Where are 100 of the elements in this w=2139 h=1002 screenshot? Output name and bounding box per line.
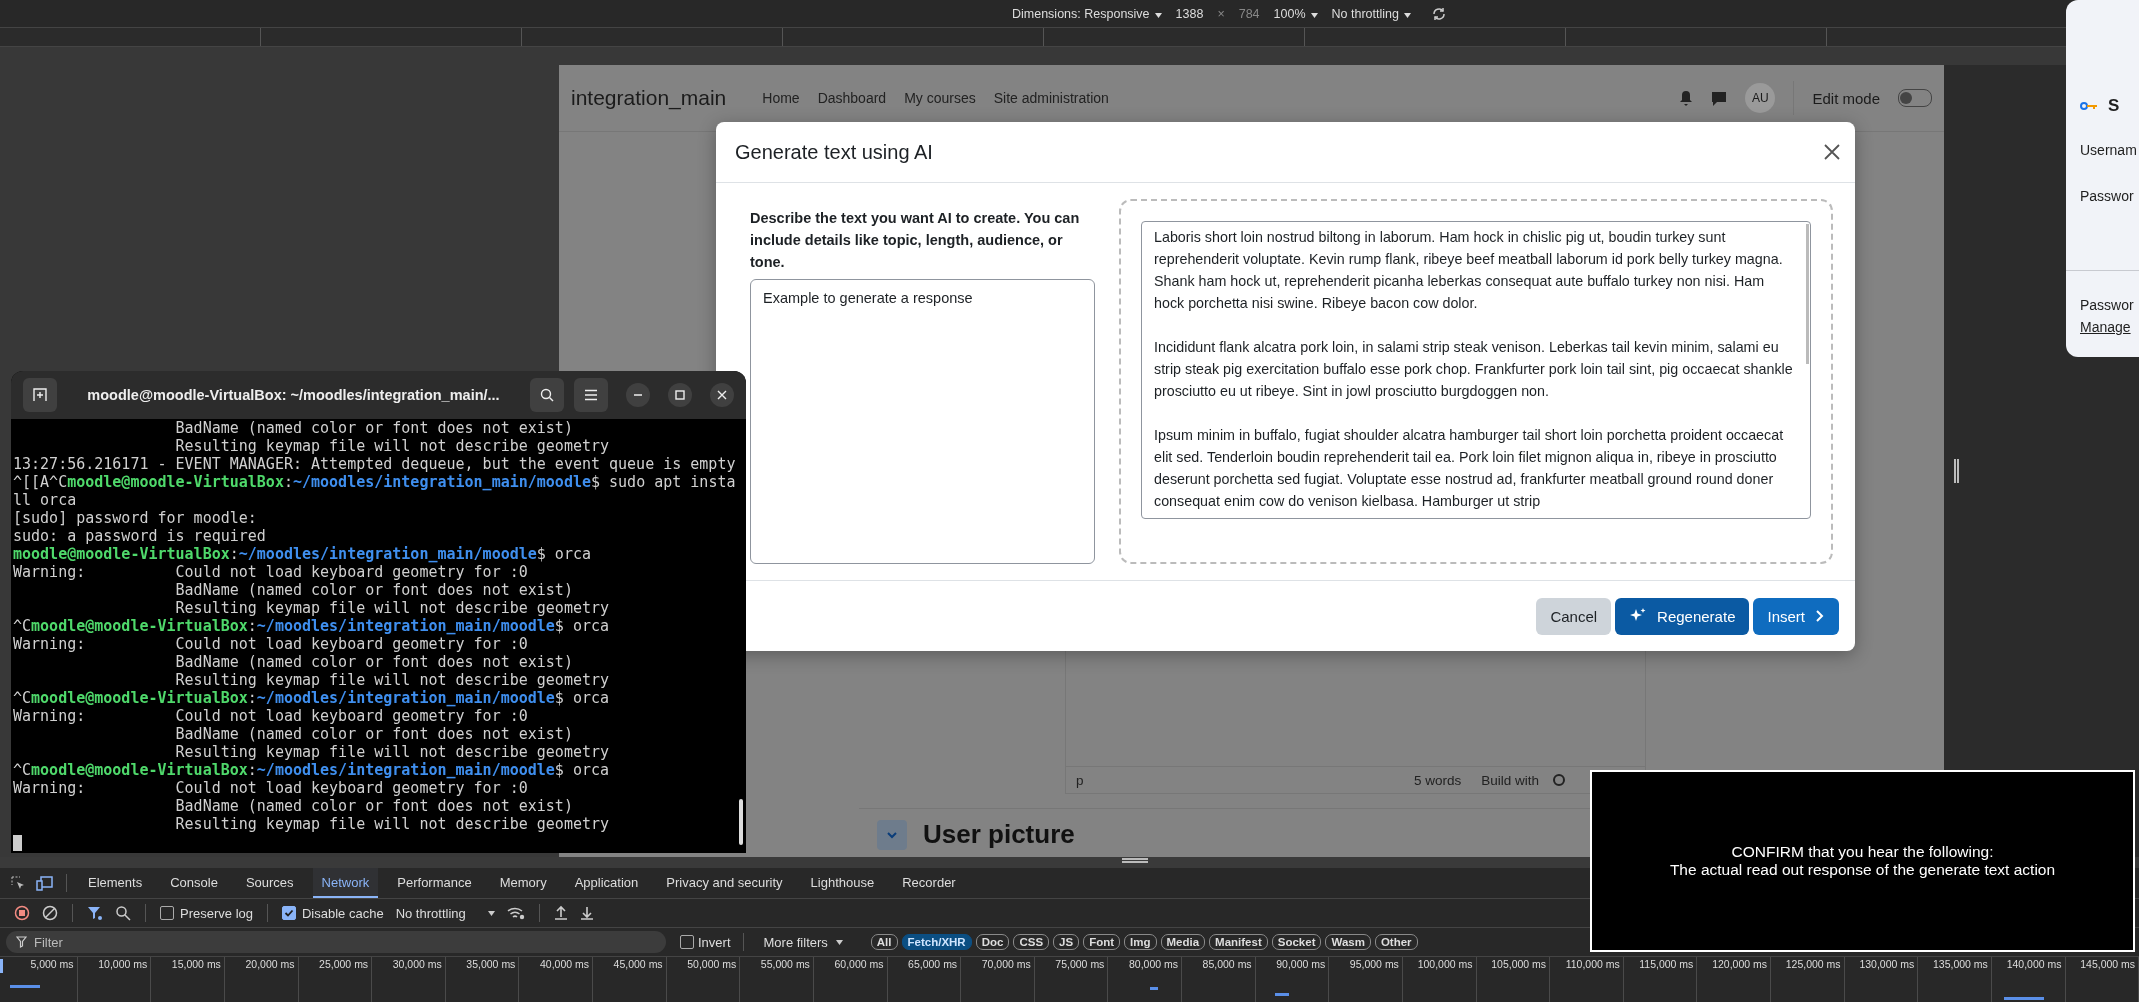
filter-chip[interactable]: CSS: [1013, 934, 1050, 950]
filter-chip[interactable]: Font: [1083, 934, 1121, 950]
minimize-button[interactable]: [626, 383, 650, 407]
devtools-tab[interactable]: Recorder: [893, 868, 965, 898]
drag-handle[interactable]: [1121, 858, 1148, 863]
zoom-dropdown[interactable]: 100%: [1273, 6, 1318, 21]
devtools-tab[interactable]: Network: [312, 868, 379, 898]
disable-cache-checkbox[interactable]: [282, 906, 296, 920]
timeline-tick: 95,000 ms: [1349, 958, 1399, 970]
timeline-tick: 45,000 ms: [613, 958, 663, 970]
prompt-field[interactable]: Example to generate a response: [750, 279, 1095, 564]
filter-chip[interactable]: Wasm: [1325, 934, 1371, 950]
filter-chip[interactable]: Manifest: [1209, 934, 1268, 950]
stop-recording-icon[interactable]: [14, 905, 30, 921]
maximize-button[interactable]: [668, 383, 692, 407]
manage-link[interactable]: Manage: [2080, 319, 2131, 335]
new-tab-button[interactable]: [23, 378, 57, 412]
preserve-log-checkbox[interactable]: [160, 906, 174, 920]
filter-icon[interactable]: [87, 905, 103, 921]
chat-icon[interactable]: [1711, 90, 1728, 106]
caption-line: The actual read out response of the generate text action: [1669, 861, 2056, 879]
download-icon[interactable]: [579, 905, 594, 921]
plus-tab-icon: [33, 388, 47, 402]
terminal-line: Resulting keymap file will not describe geometry: [174, 437, 611, 455]
minimize-icon: [633, 394, 643, 396]
height-field[interactable]: 784: [1238, 6, 1260, 21]
edit-mode-toggle[interactable]: [1898, 89, 1932, 107]
devtools-tab[interactable]: Application: [565, 868, 648, 898]
filter-chip[interactable]: Other: [1374, 934, 1418, 950]
devtools-tab[interactable]: Console: [161, 868, 227, 898]
menu-button[interactable]: [574, 378, 608, 412]
close-button[interactable]: [710, 383, 734, 407]
scrollbar-thumb[interactable]: [1806, 224, 1809, 364]
popup-title: S: [2108, 96, 2120, 116]
filter-chip[interactable]: JS: [1053, 934, 1080, 950]
timeline-tick: 25,000 ms: [319, 958, 369, 970]
nav-link[interactable]: Home: [762, 90, 800, 106]
request-bar-drawing: [2004, 997, 2044, 1000]
filter-chip[interactable]: All: [870, 934, 898, 950]
filter-chip[interactable]: Doc: [975, 934, 1010, 950]
timeline-tick: 135,000 ms: [1933, 958, 1988, 970]
request-bar-drawing: [10, 985, 40, 988]
search-icon: [540, 388, 554, 402]
terminal-line: Resulting keymap file will not describe geometry: [174, 599, 611, 617]
terminal-line: Resulting keymap file will not describe geometry: [174, 671, 611, 689]
request-bar-drawing: [1275, 993, 1289, 996]
filter-chip[interactable]: Img: [1124, 934, 1157, 950]
caret-icon: [1403, 12, 1411, 18]
devtools-tab[interactable]: Memory: [490, 868, 556, 898]
nav-link[interactable]: My courses: [904, 90, 976, 106]
bell-icon[interactable]: [1679, 90, 1694, 106]
devtools-tab[interactable]: Performance: [388, 868, 481, 898]
maximize-icon: [675, 390, 685, 400]
cancel-button[interactable]: Cancel: [1536, 597, 1612, 635]
insert-button[interactable]: Insert: [1753, 597, 1839, 635]
password-label: Passwor: [2079, 188, 2134, 204]
filter-field[interactable]: Filter: [6, 931, 666, 953]
user-avatar[interactable]: AU: [1745, 83, 1776, 113]
filter-chip[interactable]: Socket: [1271, 934, 1322, 950]
collapse-button[interactable]: [877, 819, 907, 850]
key-icon: [2080, 101, 2098, 111]
terminal-line: ^Cmoodle@moodle-VirtualBox:~/moodles/integration_main/moodle$ orca: [13, 617, 611, 635]
logo-icon: [1553, 774, 1565, 786]
response-paragraph: Ipsum minim in buffalo, fugiat shoulder alcatra hamburger tail short loin porchetta proident occaecat elit sed. Tenderloin boudin reprehenderit tail ea. Pork loin filet mignon aliqua in, ribeye in prosciutto deserunt porchetta sed fugiat. Voluptate esse nostrud ad, frankfurter meatball ground round doner consequat enim cow do venison kielbasa. Hamburger ut strip: [1154, 426, 1785, 511]
devtools-tab[interactable]: Privacy and security: [657, 868, 792, 898]
throttling-select[interactable]: No throttling: [395, 905, 495, 921]
timeline-tick: 75,000 ms: [1055, 958, 1105, 970]
close-icon[interactable]: [1823, 143, 1841, 161]
timeline-tick: 20,000 ms: [245, 958, 295, 970]
search-button[interactable]: [530, 378, 564, 412]
network-conditions-icon[interactable]: [506, 906, 525, 920]
invert-checkbox[interactable]: [680, 935, 694, 949]
clear-icon[interactable]: [42, 905, 58, 921]
search-icon[interactable]: [115, 905, 131, 921]
regenerate-button[interactable]: Regenerate: [1615, 597, 1750, 635]
devtools-tab[interactable]: Sources: [236, 868, 303, 898]
upload-icon[interactable]: [553, 905, 568, 921]
inspect-icon[interactable]: [10, 875, 26, 891]
filter-chip[interactable]: Media: [1160, 934, 1206, 950]
devtools-tab[interactable]: Lighthouse: [801, 868, 884, 898]
dimensions-dropdown[interactable]: Dimensions: Responsive: [1012, 6, 1162, 21]
width-field[interactable]: 1388: [1175, 6, 1204, 21]
throttling-dropdown[interactable]: No throttling: [1331, 6, 1411, 21]
site-name[interactable]: integration_main: [571, 86, 727, 110]
rotate-icon[interactable]: [1430, 5, 1447, 22]
edit-mode-label: Edit mode: [1812, 89, 1880, 107]
nav-link[interactable]: Dashboard: [817, 90, 887, 106]
resize-handle[interactable]: [1954, 459, 1959, 483]
response-field[interactable]: [1141, 221, 1811, 519]
nav-link[interactable]: Site administration: [993, 90, 1109, 106]
check-icon: [284, 908, 294, 918]
branding-text[interactable]: Build with: [1481, 772, 1539, 788]
device-toggle-icon[interactable]: [36, 875, 54, 891]
scrollbar-thumb[interactable]: [739, 799, 743, 845]
terminal-line: Warning: Could not load keyboard geometry for :0: [13, 779, 529, 797]
filter-chip[interactable]: Fetch/XHR: [901, 934, 972, 950]
devtools-tab[interactable]: Elements: [79, 868, 152, 898]
caption-line: CONFIRM that you hear the following:: [1731, 843, 1994, 861]
more-filters-dropdown[interactable]: More filters: [763, 934, 843, 950]
timeline-tick: 115,000 ms: [1639, 958, 1694, 970]
